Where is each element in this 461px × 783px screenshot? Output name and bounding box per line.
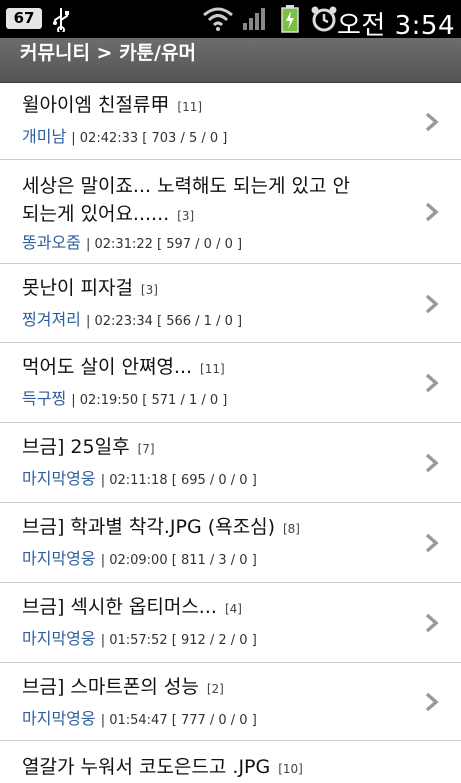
chevron-right-icon [425, 533, 439, 553]
post-item[interactable]: 먹어도 살이 안쪄영... [11] 득구찡 | 02:19:50 [ 571 /… [0, 343, 461, 423]
notification-count-badge: 67 [6, 8, 42, 29]
post-stats: | 01:54:47 [ 777 / 0 / 0 ] [100, 713, 257, 728]
post-meta: 똥과오줌 | 02:31:22 [ 597 / 0 / 0 ] [22, 229, 242, 253]
post-item[interactable]: 브금] 섹시한 옵티머스... [4] 마지막영웅 | 01:57:52 [ 91… [0, 583, 461, 663]
reply-count: [2] [206, 682, 224, 696]
reply-count: [11] [200, 362, 225, 376]
post-author[interactable]: 마지막영웅 [22, 709, 96, 728]
post-author[interactable]: 마지막영웅 [22, 629, 96, 648]
reply-count: [3] [140, 283, 158, 297]
post-meta: 찡겨져리 | 02:23:34 [ 566 / 1 / 0 ] [22, 306, 242, 330]
post-item[interactable]: 브금] 학과별 착각.JPG (욕조심) [8] 마지막영웅 | 02:09:00… [0, 503, 461, 583]
post-meta: 개미남 | 02:42:33 [ 703 / 5 / 0 ] [22, 123, 227, 147]
post-meta: 마지막영웅 | 01:57:52 [ 912 / 2 / 0 ] [22, 625, 257, 649]
post-author[interactable]: 개미남 [22, 127, 66, 146]
post-meta: 마지막영웅 | 02:09:00 [ 811 / 3 / 0 ] [22, 545, 257, 569]
signal-icon [243, 8, 265, 30]
title-bar: 커뮤니티 > 카툰/유머 [0, 38, 461, 83]
chevron-right-icon [425, 202, 439, 222]
post-stats: | 02:23:34 [ 566 / 1 / 0 ] [85, 314, 243, 329]
post-title: 브금] 스마트폰의 성능 [2] [22, 676, 224, 698]
reply-count: [10] [278, 762, 303, 776]
chevron-right-icon [425, 112, 439, 132]
post-stats: | 02:42:33 [ 703 / 5 / 0 ] [71, 131, 228, 146]
post-author[interactable]: 찡겨져리 [22, 310, 81, 329]
chevron-right-icon [425, 453, 439, 473]
reply-count: [3] [177, 209, 195, 223]
post-item[interactable]: 세상은 말이죠... 노력해도 되는게 있고 안 되는게 있어요...... [3… [0, 160, 461, 264]
post-stats: | 02:11:18 [ 695 / 0 / 0 ] [100, 473, 257, 488]
post-item[interactable]: 브금] 스마트폰의 성능 [2] 마지막영웅 | 01:54:47 [ 777 /… [0, 663, 461, 741]
post-author[interactable]: 똥과오줌 [22, 233, 81, 252]
reply-count: [4] [224, 602, 242, 616]
post-list: 윌아이엠 친절류甲 [11] 개미남 | 02:42:33 [ 703 / 5 /… [0, 83, 461, 781]
post-item[interactable]: 윌아이엠 친절류甲 [11] 개미남 | 02:42:33 [ 703 / 5 /… [0, 83, 461, 160]
post-stats: | 02:19:50 [ 571 / 1 / 0 ] [71, 393, 228, 408]
chevron-right-icon [425, 613, 439, 633]
battery-icon [281, 5, 299, 33]
post-item[interactable]: 브금] 25일후 [7] 마지막영웅 | 02:11:18 [ 695 / 0 /… [0, 423, 461, 503]
post-title: 세상은 말이죠... 노력해도 되는게 있고 안 되는게 있어요...... [3… [22, 175, 350, 225]
post-title: 먹어도 살이 안쪄영... [11] [22, 356, 225, 378]
usb-icon [53, 8, 69, 32]
post-item[interactable]: 못난이 피자걸 [3] 찡겨져리 | 02:23:34 [ 566 / 1 / 0… [0, 264, 461, 343]
post-meta: 득구찡 | 02:19:50 [ 571 / 1 / 0 ] [22, 385, 227, 409]
chevron-right-icon [425, 294, 439, 314]
post-item[interactable]: 열갈가 누워서 코도은드고 .JPG [10] [0, 741, 461, 781]
post-title: 윌아이엠 친절류甲 [11] [22, 94, 203, 116]
post-author[interactable]: 마지막영웅 [22, 469, 96, 488]
status-bar: 67 오전 3:54 [0, 0, 461, 41]
post-stats: | 02:09:00 [ 811 / 3 / 0 ] [100, 553, 257, 568]
post-title: 브금] 학과별 착각.JPG (욕조심) [8] [22, 516, 300, 538]
post-stats: | 02:31:22 [ 597 / 0 / 0 ] [85, 237, 243, 252]
post-title: 열갈가 누워서 코도은드고 .JPG [10] [22, 756, 303, 778]
breadcrumb: 커뮤니티 > 카툰/유머 [20, 42, 196, 64]
post-author[interactable]: 마지막영웅 [22, 549, 96, 568]
clock-time: 오전 3:54 [337, 11, 455, 41]
post-author[interactable]: 득구찡 [22, 389, 66, 408]
reply-count: [7] [137, 442, 155, 456]
alarm-icon [311, 6, 337, 32]
post-title: 브금] 25일후 [7] [22, 436, 155, 458]
chevron-right-icon [425, 692, 439, 712]
post-meta: 마지막영웅 | 01:54:47 [ 777 / 0 / 0 ] [22, 705, 257, 729]
post-title: 못난이 피자걸 [3] [22, 277, 158, 299]
chevron-right-icon [425, 373, 439, 393]
reply-count: [11] [177, 100, 203, 114]
post-meta: 마지막영웅 | 02:11:18 [ 695 / 0 / 0 ] [22, 465, 257, 489]
wifi-icon [203, 7, 233, 31]
post-stats: | 01:57:52 [ 912 / 2 / 0 ] [100, 633, 257, 648]
reply-count: [8] [282, 522, 300, 536]
post-title: 브금] 섹시한 옵티머스... [4] [22, 596, 242, 618]
